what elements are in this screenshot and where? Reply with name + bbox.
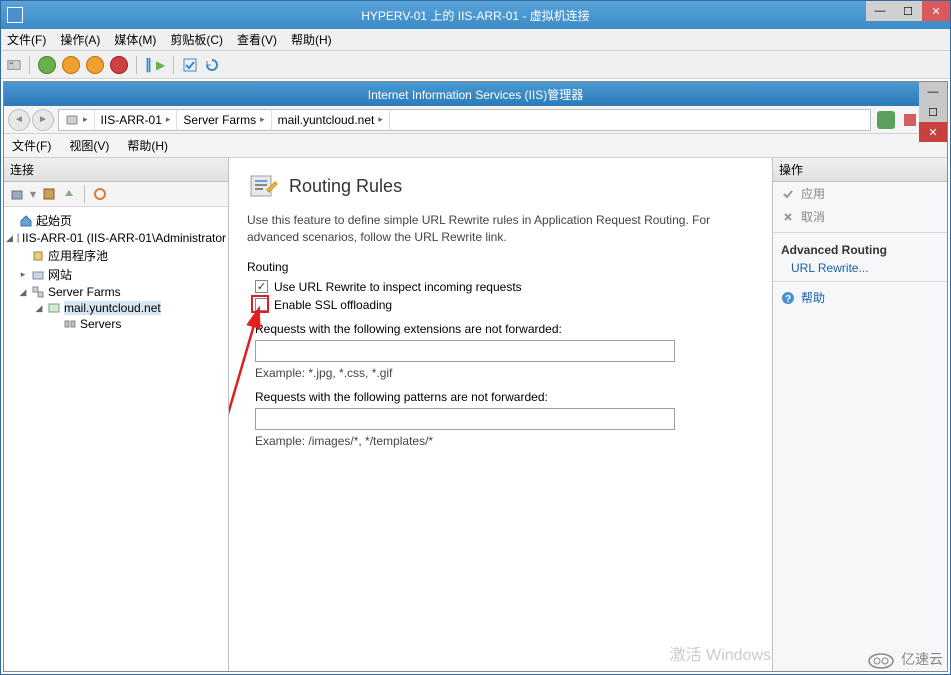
tree-server-farms[interactable]: ◢ Server Farms	[6, 284, 226, 300]
apply-icon	[781, 187, 795, 201]
vm-title: HYPERV-01 上的 IIS-ARR-01 - 虚拟机连接	[361, 7, 590, 24]
connect-icon[interactable]	[10, 187, 24, 201]
tree-start-page[interactable]: 起始页	[6, 211, 226, 230]
content-pane: Routing Rules Use this feature to define…	[229, 158, 772, 671]
refresh-all-icon[interactable]	[877, 111, 895, 129]
revert-icon[interactable]	[204, 57, 220, 73]
bc-server[interactable]: IIS-ARR-01	[101, 113, 162, 127]
patterns-example: Example: /images/*, */templates/*	[255, 434, 754, 448]
connections-header: 连接	[4, 158, 228, 182]
bc-farm[interactable]: mail.yuntcloud.net	[278, 113, 375, 127]
vm-menu-action[interactable]: 操作(A)	[60, 31, 100, 48]
server-tree-icon	[16, 231, 19, 245]
reset-icon[interactable]: ▶	[156, 58, 165, 72]
turnoff-button-icon[interactable]	[62, 56, 80, 74]
refresh-conn-icon[interactable]	[93, 187, 107, 201]
shutdown-button-icon[interactable]	[86, 56, 104, 74]
page-description: Use this feature to define simple URL Re…	[247, 212, 754, 246]
iis-menu-help[interactable]: 帮助(H)	[127, 137, 168, 154]
advanced-routing-section: Advanced Routing	[773, 237, 947, 259]
use-url-rewrite-label: Use URL Rewrite to inspect incoming requ…	[274, 280, 522, 294]
stop-icon[interactable]	[901, 111, 919, 129]
patterns-input[interactable]	[255, 408, 675, 430]
brand-watermark: 亿速云	[867, 649, 943, 669]
routing-group-label: Routing	[247, 260, 754, 274]
connections-toolbar: ▾	[4, 182, 228, 207]
action-apply[interactable]: 应用	[773, 182, 947, 205]
vm-menu-media[interactable]: 媒体(M)	[114, 31, 156, 48]
sites-icon	[31, 268, 45, 282]
vm-menu-help[interactable]: 帮助(H)	[291, 31, 332, 48]
vm-sysicon	[7, 7, 23, 23]
iis-close-button[interactable]: ✕	[919, 122, 947, 142]
actions-header: 操作	[773, 158, 947, 182]
cancel-icon	[781, 210, 795, 224]
iis-menu-view[interactable]: 视图(V)	[69, 137, 109, 154]
ctrl-alt-del-icon[interactable]	[7, 58, 21, 72]
farms-icon	[31, 285, 45, 299]
action-cancel[interactable]: 取消	[773, 205, 947, 228]
bc-farms[interactable]: Server Farms	[183, 113, 256, 127]
enable-ssl-offloading-row[interactable]: Enable SSL offloading	[255, 298, 754, 312]
activate-windows-watermark: 激活 Windows	[670, 641, 771, 665]
vm-menu-bar: 文件(F) 操作(A) 媒体(M) 剪贴板(C) 查看(V) 帮助(H)	[1, 29, 950, 51]
url-rewrite-link[interactable]: URL Rewrite...	[773, 259, 947, 277]
routing-rules-icon	[247, 170, 279, 202]
use-url-rewrite-checkbox[interactable]	[255, 280, 268, 293]
action-help[interactable]: ? 帮助	[773, 286, 947, 309]
iis-menu-file[interactable]: 文件(F)	[12, 137, 51, 154]
up-icon[interactable]	[62, 187, 76, 201]
extensions-label: Requests with the following extensions a…	[255, 322, 754, 336]
page-title: Routing Rules	[289, 176, 402, 197]
nav-back-button[interactable]: ◄	[8, 109, 30, 131]
vm-menu-file[interactable]: 文件(F)	[7, 31, 46, 48]
checkpoint-icon[interactable]	[182, 57, 198, 73]
annotation-red-box	[251, 295, 269, 313]
patterns-label: Requests with the following patterns are…	[255, 390, 754, 404]
iis-minimize-button[interactable]: —	[919, 82, 947, 102]
cloud-brand-icon	[867, 649, 895, 669]
home-icon	[19, 214, 33, 228]
save-conn-icon[interactable]	[42, 187, 56, 201]
svg-text:?: ?	[785, 294, 791, 305]
tree-farm-mail[interactable]: ◢ mail.yuntcloud.net	[6, 300, 226, 316]
vm-close-button[interactable]: ✕	[922, 1, 950, 21]
vm-menu-clipboard[interactable]: 剪贴板(C)	[170, 31, 223, 48]
tree-sites[interactable]: ▸ 网站	[6, 265, 226, 284]
extensions-example: Example: *.jpg, *.css, *.gif	[255, 366, 754, 380]
vm-menu-view[interactable]: 查看(V)	[237, 31, 277, 48]
tree-apppools[interactable]: 应用程序池	[6, 246, 226, 265]
vm-maximize-button[interactable]: ☐	[894, 1, 922, 21]
enable-ssl-offloading-label: Enable SSL offloading	[274, 298, 392, 312]
vm-toolbar: ∥ ▶	[1, 51, 950, 79]
vm-minimize-button[interactable]: —	[866, 1, 894, 21]
apppool-icon	[31, 249, 45, 263]
farm-node-icon	[47, 301, 61, 315]
extensions-input[interactable]	[255, 340, 675, 362]
connections-tree: 起始页 ◢ IIS-ARR-01 (IIS-ARR-01\Administrat…	[4, 207, 228, 336]
save-button-icon[interactable]	[110, 56, 128, 74]
use-url-rewrite-row[interactable]: Use URL Rewrite to inspect incoming requ…	[255, 280, 754, 294]
iis-titlebar: Internet Information Services (IIS)管理器 —…	[4, 82, 947, 106]
iis-title: Internet Information Services (IIS)管理器	[368, 86, 583, 103]
tree-server[interactable]: ◢ IIS-ARR-01 (IIS-ARR-01\Administrator	[6, 230, 226, 246]
breadcrumb[interactable]: ▸ IIS-ARR-01▸ Server Farms▸ mail.yuntclo…	[58, 109, 871, 131]
pause-icon[interactable]: ∥	[145, 56, 150, 73]
iis-menu-bar: 文件(F) 视图(V) 帮助(H)	[4, 134, 947, 158]
server-icon	[65, 113, 79, 127]
start-button-icon[interactable]	[38, 56, 56, 74]
tree-servers[interactable]: Servers	[6, 316, 226, 332]
vm-titlebar: HYPERV-01 上的 IIS-ARR-01 - 虚拟机连接 — ☐ ✕	[1, 1, 950, 29]
iis-maximize-button[interactable]: ☐	[919, 102, 947, 122]
nav-forward-button[interactable]: ►	[32, 109, 54, 131]
help-icon: ?	[781, 291, 795, 305]
servers-node-icon	[63, 317, 77, 331]
